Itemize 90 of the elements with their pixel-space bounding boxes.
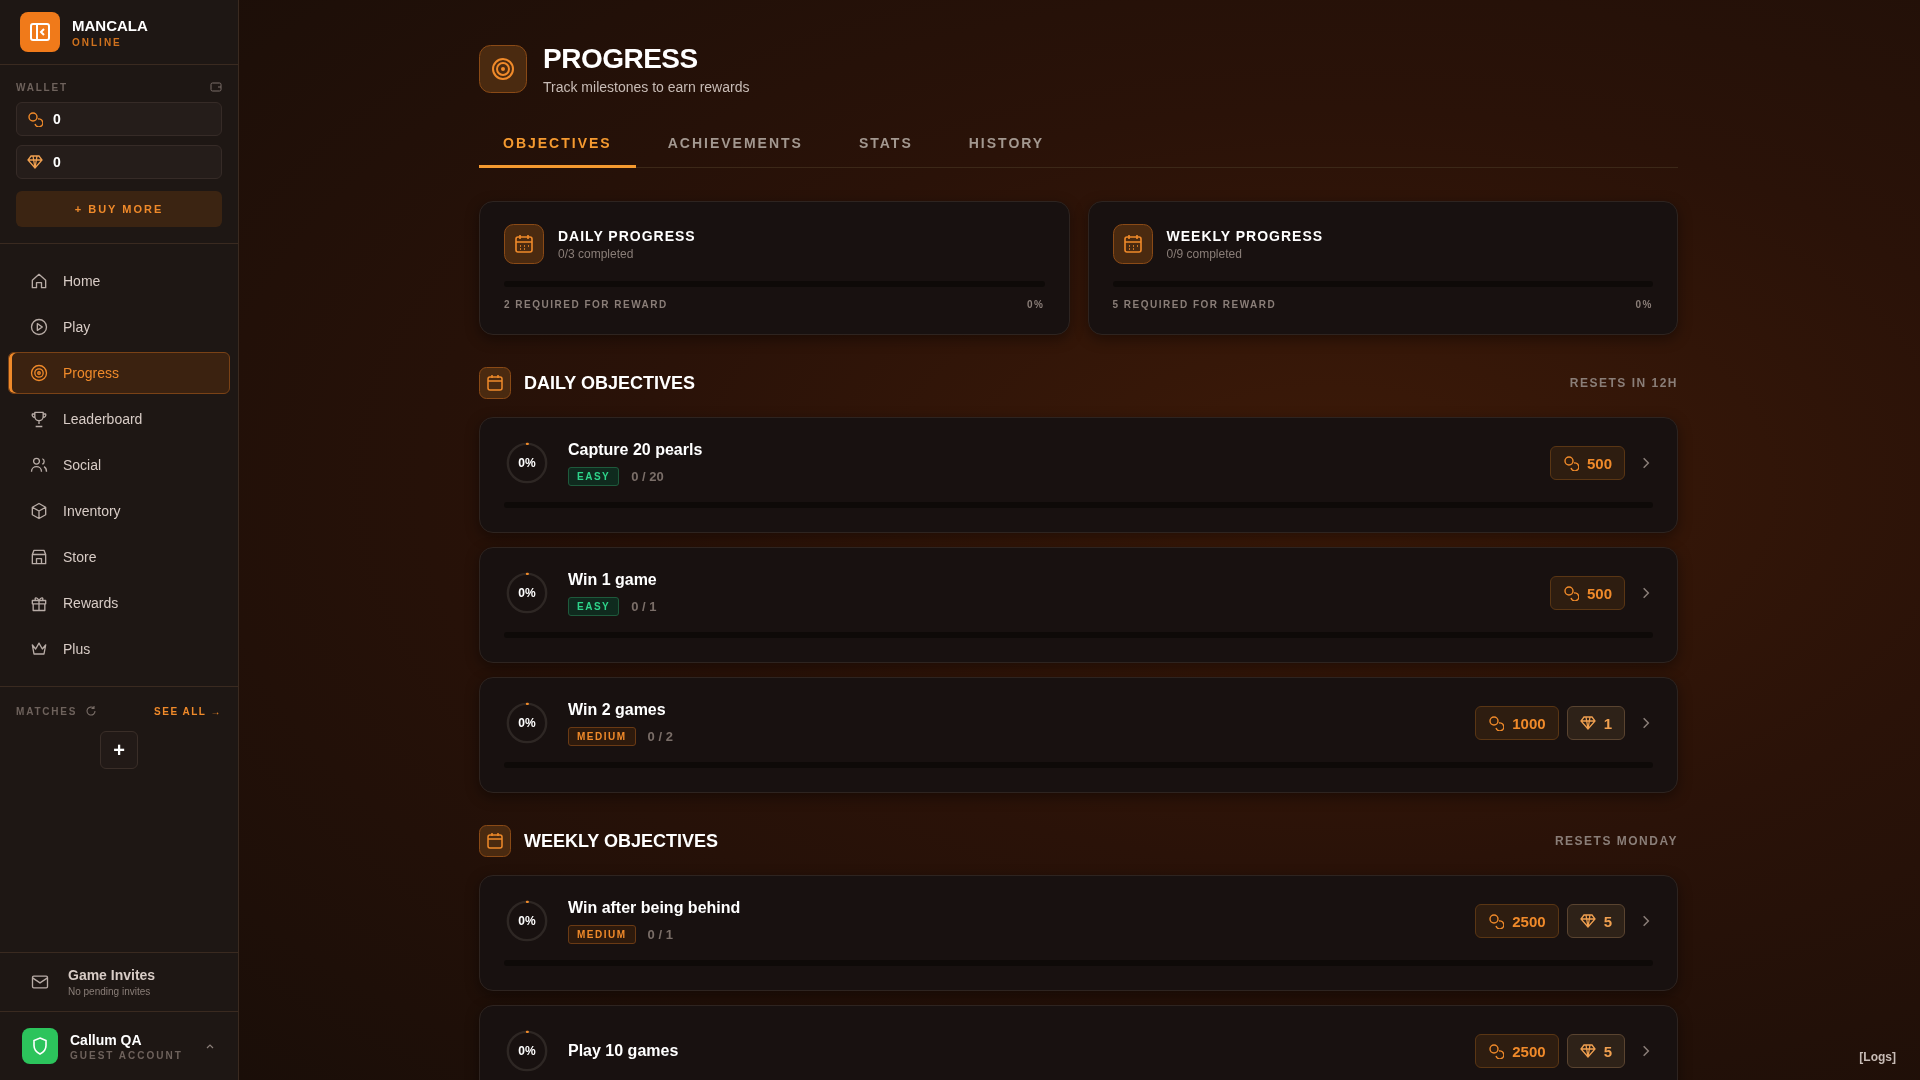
reward-requirement: 2 REQUIRED FOR REWARD	[504, 299, 668, 310]
reward-badge: 2500	[1475, 904, 1559, 938]
progress-ring: 0%	[504, 440, 550, 486]
target-icon	[29, 363, 49, 383]
calendar-icon	[479, 825, 511, 857]
page-title: PROGRESS	[543, 43, 699, 75]
calendar-icon	[504, 224, 544, 264]
objective-card[interactable]: 0% Win after being behind MEDIUM 0 / 1 2500 5	[479, 875, 1678, 991]
section-title: DAILY OBJECTIVES	[524, 372, 697, 394]
refresh-icon[interactable]	[85, 705, 98, 717]
difficulty-tag: MEDIUM	[568, 726, 636, 746]
nav-item[interactable]: Home	[8, 260, 230, 302]
objective-card[interactable]: 0% Play 10 games 2500 5	[479, 1005, 1678, 1080]
nav-item[interactable]: Rewards	[8, 582, 230, 624]
progress-count: 0 / 20	[631, 468, 664, 484]
logs-link[interactable]: [Logs]	[1859, 1050, 1896, 1064]
nav-item[interactable]: Play	[8, 306, 230, 348]
wallet-title: WALLET	[16, 81, 68, 93]
people-icon	[29, 455, 49, 475]
user-name: Callum QA	[70, 1031, 143, 1048]
progress-ring: 0%	[504, 570, 550, 616]
logo-icon	[20, 12, 60, 52]
objective-title: Win after being behind	[568, 898, 742, 917]
tab[interactable]: STATS	[834, 125, 937, 168]
buy-more-button[interactable]: + BUY MORE	[16, 191, 222, 227]
wallet-icon	[210, 81, 222, 93]
store-icon	[29, 547, 49, 567]
tab[interactable]: HISTORY	[944, 125, 1069, 168]
progress-ring: 0%	[504, 1028, 550, 1074]
reward-badge: 500	[1549, 576, 1625, 610]
invites-title: Game Invites	[68, 967, 156, 983]
reward-badge: 2500	[1475, 1034, 1559, 1068]
card-title: WEEKLY PROGRESS	[1166, 227, 1324, 244]
difficulty-tag: EASY	[568, 596, 620, 616]
matches-title: MATCHES	[16, 705, 78, 717]
trophy-icon	[29, 409, 49, 429]
completed-count: 0/9 completed	[1166, 246, 1243, 261]
reward-badge: 1000	[1475, 706, 1559, 740]
difficulty-tag: MEDIUM	[568, 924, 636, 944]
reset-timer: RESETS IN 12H	[1569, 376, 1678, 390]
tab[interactable]: OBJECTIVES	[479, 125, 636, 168]
section-title: WEEKLY OBJECTIVES	[524, 830, 720, 852]
home-icon	[29, 271, 49, 291]
objective-card[interactable]: 0% Capture 20 pearls EASY 0 / 20 500	[479, 417, 1678, 533]
nav-item[interactable]: Store	[8, 536, 230, 578]
objective-card[interactable]: 0% Win 2 games MEDIUM 0 / 2 1000 1	[479, 677, 1678, 793]
calendar-icon	[479, 367, 511, 399]
coins-icon	[27, 111, 43, 127]
nav-item[interactable]: Social	[8, 444, 230, 486]
gem-icon	[27, 154, 43, 170]
objective-card[interactable]: 0% Win 1 game EASY 0 / 1 500	[479, 547, 1678, 663]
calendar-icon	[1112, 224, 1153, 264]
reward-badge: 5	[1566, 904, 1625, 938]
shield-avatar-icon	[22, 1028, 58, 1064]
objective-title: Win 1 game	[568, 570, 658, 589]
nav-item[interactable]: Plus	[8, 628, 230, 670]
play-icon	[29, 317, 49, 337]
target-icon	[479, 45, 527, 93]
objective-title: Capture 20 pearls	[568, 440, 704, 459]
percent-label: 0%	[1635, 299, 1653, 310]
status-label: ONLINE	[72, 36, 123, 48]
nav-item[interactable]: Progress	[8, 352, 230, 394]
reward-badge: 1	[1566, 706, 1625, 740]
reward-requirement: 5 REQUIRED FOR REWARD	[1112, 299, 1277, 310]
box-icon	[29, 501, 49, 521]
tab[interactable]: ACHIEVEMENTS	[643, 125, 827, 168]
balance-field: 0	[16, 145, 222, 179]
difficulty-tag: EASY	[568, 466, 620, 486]
balance-field: 0	[16, 102, 222, 136]
progress-ring: 0%	[504, 700, 550, 746]
account-type: GUEST ACCOUNT	[70, 1049, 184, 1061]
progress-count: 0 / 1	[631, 598, 657, 614]
objective-title: Win 2 games	[568, 700, 667, 719]
progress-count: 0 / 2	[647, 728, 673, 744]
reward-badge: 500	[1549, 446, 1625, 480]
reward-badge: 5	[1566, 1034, 1625, 1068]
progress-ring: 0%	[504, 898, 550, 944]
page-subtitle: Track milestones to earn rewards	[543, 79, 750, 95]
add-match-button[interactable]: +	[100, 731, 138, 769]
nav-item[interactable]: Inventory	[8, 490, 230, 532]
completed-count: 0/3 completed	[558, 246, 635, 261]
reset-timer: RESETS MONDAY	[1554, 834, 1678, 848]
objective-title: Play 10 games	[568, 1042, 680, 1060]
app-name: MANCALA	[72, 16, 148, 34]
card-title: DAILY PROGRESS	[558, 227, 696, 244]
see-all-link[interactable]: SEE ALL →	[154, 705, 222, 717]
nav-item[interactable]: Leaderboard	[8, 398, 230, 440]
invites-subtitle: No pending invites	[68, 986, 152, 997]
percent-label: 0%	[1027, 299, 1045, 310]
progress-count: 0 / 1	[647, 926, 673, 942]
